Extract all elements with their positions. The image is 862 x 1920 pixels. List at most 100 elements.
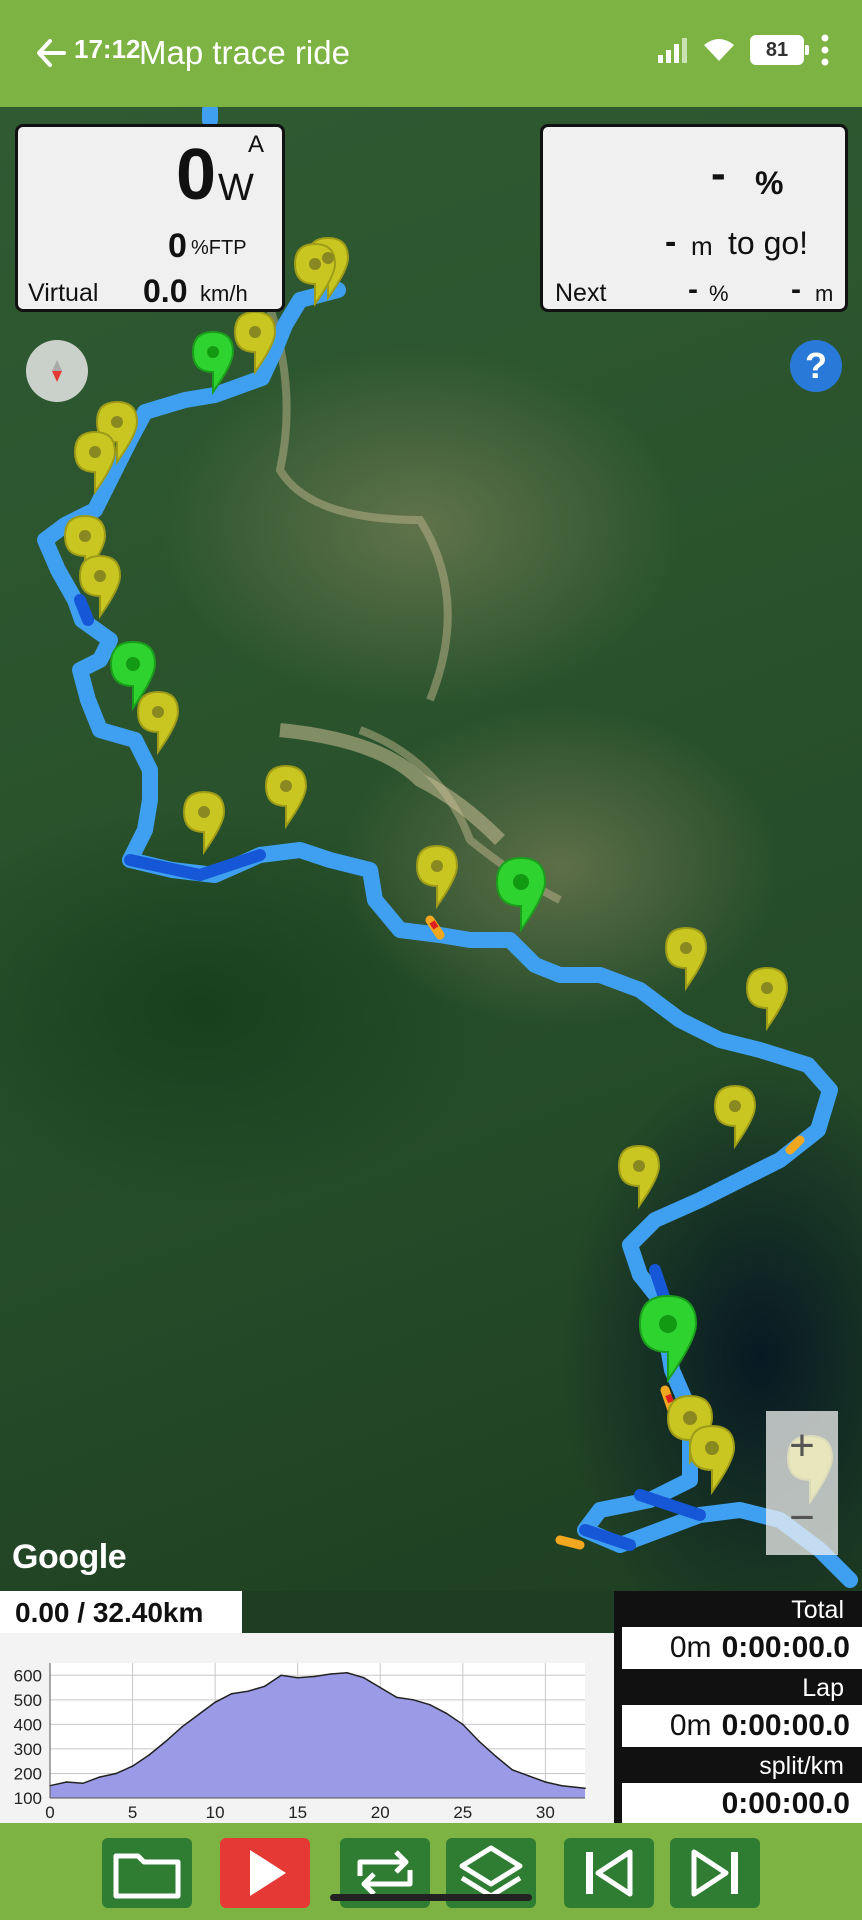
split-row: 0:00:00.0 [622, 1783, 862, 1825]
compass-icon [52, 360, 62, 382]
elevation-point [445, 1712, 448, 1715]
elevation-point [82, 1782, 84, 1785]
elevation-point [247, 1690, 249, 1692]
total-label: Total [791, 1596, 844, 1624]
play-button[interactable] [220, 1838, 310, 1908]
elevation-chart[interactable]: 100 200 300 400 500 600 0 5 10 15 20 25 30 [0, 1633, 614, 1823]
signal-icon [658, 38, 687, 63]
elevation-point [495, 1755, 497, 1758]
skip-next-icon [691, 1849, 738, 1897]
status-time: 17:12 [74, 34, 141, 64]
elevation-point [544, 1781, 547, 1783]
elevation-point [346, 1672, 349, 1674]
next-grade-unit: % [709, 281, 729, 306]
route-trace [37, 107, 858, 1588]
elevation-point [197, 1713, 200, 1716]
elevation-point [379, 1686, 382, 1689]
elevation-point [230, 1692, 233, 1695]
elevation-point [362, 1676, 365, 1679]
split-time: 0:00:00.0 [721, 1787, 850, 1820]
y-tick-label: 400 [14, 1715, 42, 1734]
elevation-point [296, 1676, 299, 1679]
elevation-point [98, 1776, 101, 1778]
elevation-point [396, 1696, 398, 1699]
zoom-in-button[interactable]: + [766, 1411, 838, 1483]
arrow-left-icon [37, 39, 66, 67]
x-tick-label: 10 [206, 1803, 225, 1822]
elevation-point [263, 1685, 266, 1688]
elevation-point [584, 1787, 586, 1789]
elevation-point [478, 1740, 481, 1743]
folder-icon [113, 1853, 181, 1899]
lap-distance: 0m [669, 1709, 712, 1742]
y-tick-label: 500 [14, 1691, 42, 1710]
next-grade: - [688, 273, 698, 306]
next-label: Next [555, 279, 607, 307]
x-tick-label: 15 [288, 1803, 307, 1822]
map-attribution: Google [12, 1538, 127, 1576]
app-bar: 17:12 Map trace ride 81 [0, 0, 862, 107]
elevation-point [164, 1740, 167, 1743]
distance-to-go: - [665, 223, 677, 261]
to-go-label: to go! [728, 225, 809, 261]
elevation-point [462, 1723, 464, 1726]
page-title: Map trace ride [139, 34, 350, 71]
ftp-unit: %FTP [191, 237, 247, 259]
elevation-plot: 100 200 300 400 500 600 0 5 10 15 20 25 30 [14, 1663, 586, 1822]
open-file-button[interactable] [102, 1838, 192, 1908]
distance-readout: 0.00 / 32.40km [0, 1591, 242, 1633]
total-row: 0m 0:00:00.0 [622, 1627, 862, 1669]
ftp-value: 0 [168, 227, 187, 265]
grade-panel: - % - m to go! Next - % - m [540, 124, 848, 312]
y-tick-label: 300 [14, 1740, 42, 1759]
x-tick-label: 20 [371, 1803, 390, 1822]
x-tick-label: 30 [536, 1803, 555, 1822]
power-watts: 0 [176, 135, 217, 215]
x-tick-label: 5 [128, 1803, 137, 1822]
back-button[interactable] [34, 30, 74, 76]
elevation-point [528, 1775, 530, 1777]
elevation-point [412, 1699, 415, 1701]
wifi-icon [704, 39, 734, 61]
x-tick-label: 0 [45, 1803, 54, 1822]
elevation-point [561, 1784, 563, 1787]
distance-unit: m [691, 231, 713, 261]
zoom-controls: + − [766, 1411, 838, 1555]
gesture-handle[interactable] [330, 1894, 532, 1901]
elevation-point [115, 1772, 117, 1775]
y-tick-label: 600 [14, 1666, 42, 1685]
grade-value: - [711, 149, 726, 198]
next-distance: - [791, 273, 801, 306]
next-distance-unit: m [815, 281, 834, 306]
skip-previous-icon [586, 1849, 633, 1897]
elevation-point [65, 1781, 68, 1783]
status-icons: 81 [656, 30, 832, 70]
grade-unit: % [755, 165, 784, 201]
help-button[interactable]: ? [790, 340, 842, 392]
compass-button[interactable] [26, 340, 88, 402]
x-tick-label: 25 [453, 1803, 472, 1822]
lap-label: Lap [802, 1674, 844, 1702]
y-tick-label: 200 [14, 1764, 42, 1783]
play-icon [250, 1850, 286, 1896]
elevation-point [511, 1769, 514, 1771]
y-tick-label: 100 [14, 1789, 42, 1808]
elevation-point [313, 1675, 316, 1678]
next-button[interactable] [670, 1838, 760, 1908]
power-unit: W [218, 167, 254, 209]
lap-time: 0:00:00.0 [721, 1709, 850, 1742]
split-label: split/km [759, 1752, 844, 1780]
speed-value: 0.0 [143, 273, 188, 309]
overflow-menu-icon[interactable] [818, 32, 832, 68]
source-label: Virtual [28, 279, 99, 307]
elevation-point [181, 1726, 183, 1728]
lap-row: 0m 0:00:00.0 [622, 1705, 862, 1747]
satellite-map[interactable] [0, 107, 862, 1591]
elevation-point [214, 1701, 216, 1704]
speed-unit: km/h [200, 281, 248, 306]
zoom-out-button[interactable]: − [766, 1483, 838, 1555]
battery-icon: 81 [750, 35, 809, 65]
elevation-point [429, 1703, 431, 1706]
previous-button[interactable] [564, 1838, 654, 1908]
ride-stats: Total 0m 0:00:00.0 Lap 0m 0:00:00.0 spli… [614, 1591, 862, 1825]
